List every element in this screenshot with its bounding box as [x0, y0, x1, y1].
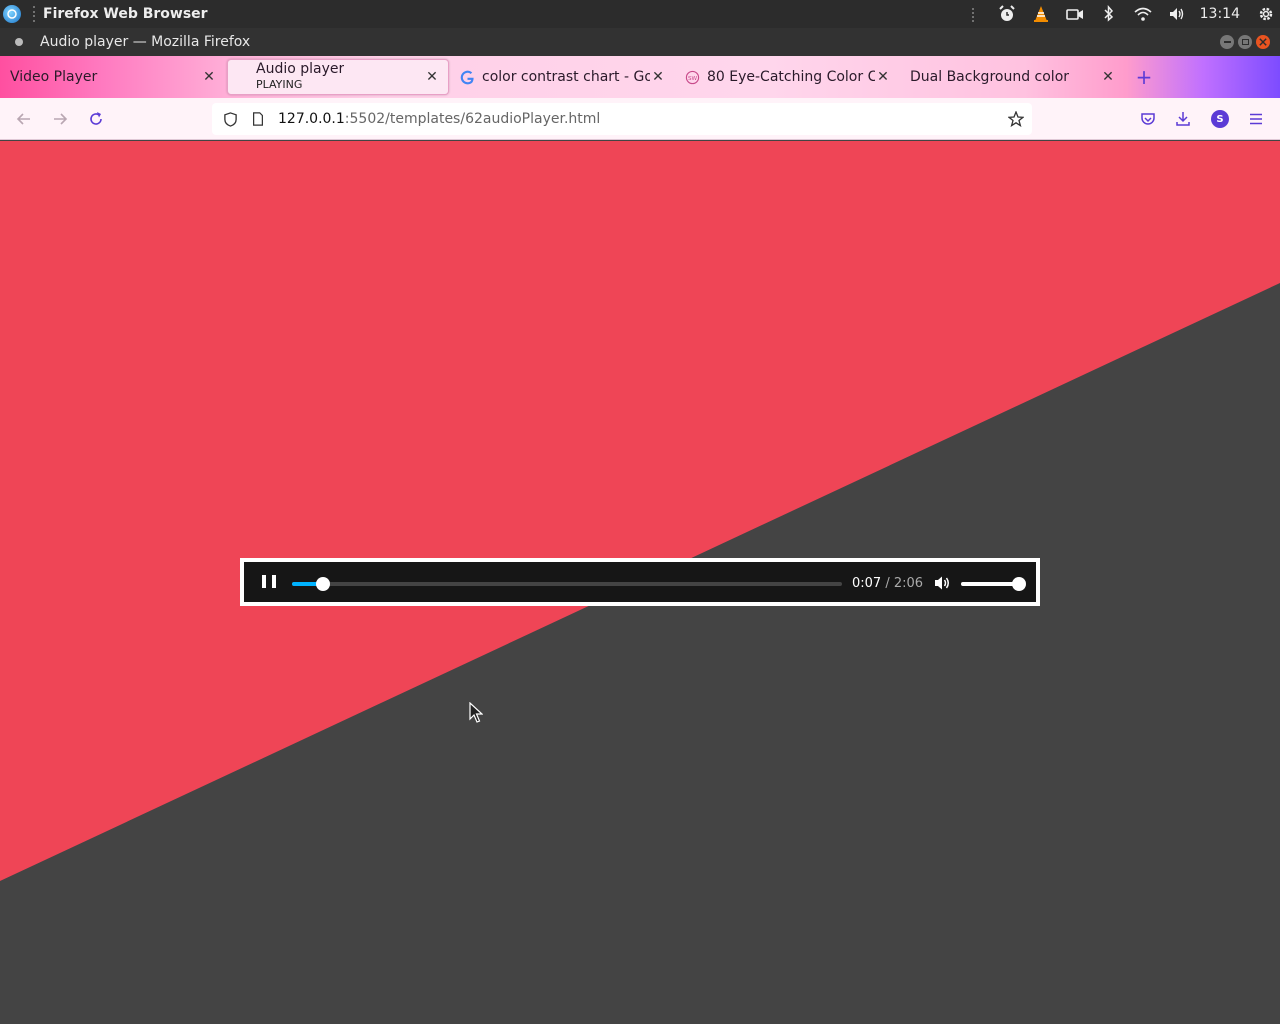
tab-label: 80 Eye-Catching Color Co [707, 69, 875, 85]
drag-handle-icon [956, 0, 990, 28]
system-tray: 13:14 [956, 0, 1280, 28]
video-camera-icon[interactable] [1058, 0, 1092, 28]
address-bar[interactable]: 127.0.0.1:5502/templates/62audioPlayer.h… [212, 103, 1032, 135]
window-controls [1220, 35, 1270, 49]
tab-label: color contrast chart - Goo [482, 69, 650, 85]
tab-label: Audio player [256, 61, 345, 77]
close-tab-icon[interactable]: ✕ [424, 69, 440, 85]
bookmark-star-icon[interactable] [1007, 110, 1025, 128]
audio-player: 0:07 / 2:06 [240, 558, 1040, 606]
downloads-button[interactable] [1172, 108, 1194, 130]
page-info-icon[interactable] [250, 111, 266, 127]
minimize-button[interactable] [1220, 35, 1234, 49]
url-path: :5502/templates/62audioPlayer.html [344, 111, 601, 127]
site-favicon-icon: SW [684, 69, 700, 85]
duration: 2:06 [893, 576, 924, 591]
volume-icon[interactable] [1160, 0, 1194, 28]
pause-icon [262, 575, 266, 588]
speaker-icon [935, 576, 949, 590]
app-menu-button[interactable] [1245, 108, 1267, 130]
tab-label: Dual Background color [910, 69, 1070, 85]
tab-playing-status: PLAYING [256, 78, 303, 91]
url-host: 127.0.0.1 [278, 111, 345, 127]
drag-handle-icon [31, 6, 37, 22]
new-tab-button[interactable]: + [1134, 65, 1154, 89]
time-separator: / [881, 576, 894, 591]
firefox-app-icon[interactable] [3, 5, 21, 23]
reload-button[interactable] [85, 108, 107, 130]
tab-eye-catching-colors[interactable]: SW 80 Eye-Catching Color Co ✕ [676, 56, 899, 98]
wifi-icon[interactable] [1126, 0, 1160, 28]
navigation-toolbar: 127.0.0.1:5502/templates/62audioPlayer.h… [0, 98, 1280, 140]
profile-avatar: S [1211, 110, 1229, 128]
tab-audio-player[interactable]: Audio player PLAYING ✕ [227, 59, 449, 95]
seek-slider[interactable] [292, 577, 842, 591]
mouse-pointer-icon [469, 702, 483, 723]
bluetooth-icon[interactable] [1092, 0, 1126, 28]
system-top-panel: Firefox Web Browser 13:14 [0, 0, 1280, 28]
window-titlebar: Audio player — Mozilla Firefox [0, 28, 1280, 56]
volume-thumb[interactable] [1012, 577, 1026, 591]
close-window-button[interactable] [1256, 35, 1270, 49]
svg-text:SW: SW [687, 75, 697, 81]
system-clock[interactable]: 13:14 [1200, 6, 1240, 22]
page-content: 0:07 / 2:06 [0, 141, 1280, 1024]
pause-button[interactable] [262, 575, 276, 589]
close-tab-icon[interactable]: ✕ [650, 69, 666, 85]
volume-slider[interactable] [961, 577, 1026, 591]
tab-strip: Video Player ✕ Audio player PLAYING ✕ co… [0, 56, 1280, 98]
vlc-cone-icon[interactable] [1024, 0, 1058, 28]
pocket-button[interactable] [1137, 108, 1159, 130]
tab-label: Video Player [10, 69, 98, 85]
active-app-name[interactable]: Firefox Web Browser [43, 6, 208, 22]
tab-dual-background-color[interactable]: Dual Background color ✕ [901, 56, 1124, 98]
account-button[interactable]: S [1209, 108, 1231, 130]
google-favicon-icon [459, 69, 475, 85]
close-tab-icon[interactable]: ✕ [1100, 69, 1116, 85]
tab-color-contrast-chart[interactable]: color contrast chart - Goo ✕ [451, 56, 674, 98]
back-button[interactable] [13, 108, 35, 130]
maximize-button[interactable] [1238, 35, 1252, 49]
system-settings-gear-icon[interactable] [1252, 0, 1280, 28]
url-text[interactable]: 127.0.0.1:5502/templates/62audioPlayer.h… [278, 111, 600, 127]
close-tab-icon[interactable]: ✕ [201, 69, 217, 85]
volume-fill [961, 582, 1019, 586]
tracking-protection-shield-icon[interactable] [222, 111, 238, 127]
time-display: 0:07 / 2:06 [852, 576, 923, 591]
alarm-clock-icon[interactable] [990, 0, 1024, 28]
audio-controls: 0:07 / 2:06 [244, 562, 1036, 602]
tab-video-player[interactable]: Video Player ✕ [0, 56, 225, 98]
seek-thumb[interactable] [315, 577, 330, 591]
volume-mute-button[interactable] [934, 575, 952, 591]
close-tab-icon[interactable]: ✕ [875, 69, 891, 85]
current-time: 0:07 [852, 576, 882, 591]
window-title: Audio player — Mozilla Firefox [40, 34, 251, 50]
forward-button[interactable] [49, 108, 71, 130]
pause-icon [272, 575, 276, 588]
window-menu-dot-icon[interactable] [15, 38, 23, 46]
